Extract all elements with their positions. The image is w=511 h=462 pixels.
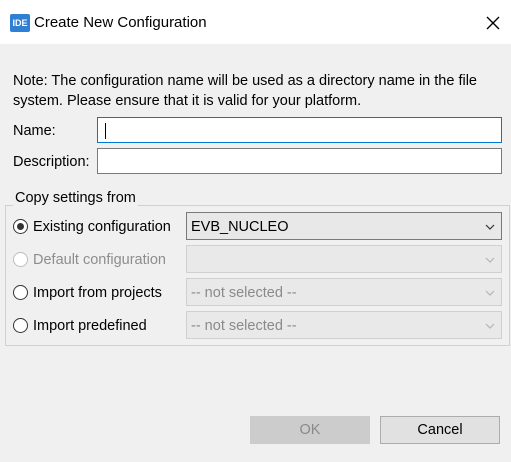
description-label: Description: [13,154,90,170]
existing-configuration-label[interactable]: Existing configuration [33,218,171,236]
name-label: Name: [13,123,56,139]
ide-app-icon: IDE [10,14,30,32]
text-caret [105,123,106,139]
cancel-button[interactable]: Cancel [380,416,500,444]
import-from-projects-radio[interactable] [13,285,28,300]
import-predefined-label[interactable]: Import predefined [33,317,147,335]
import-predefined-radio[interactable] [13,318,28,333]
title-bar: IDE Create New Configuration [0,0,511,44]
existing-configuration-radio[interactable] [13,219,28,234]
default-configuration-label: Default configuration [33,252,166,268]
chevron-down-icon [485,323,495,329]
import-from-projects-value: -- not selected -- [191,285,297,301]
chevron-down-icon [485,290,495,296]
existing-configuration-value: EVB_NUCLEO [191,219,289,235]
existing-configuration-combo[interactable]: EVB_NUCLEO [186,212,502,240]
import-predefined-value: -- not selected -- [191,318,297,334]
import-predefined-combo: -- not selected -- [186,311,502,339]
window-title: Create New Configuration [34,14,207,31]
name-input[interactable] [97,117,502,143]
default-configuration-combo [186,245,502,273]
chevron-down-icon [485,224,495,230]
description-input[interactable] [97,148,502,174]
import-from-projects-combo: -- not selected -- [186,278,502,306]
import-from-projects-label[interactable]: Import from projects [33,284,162,302]
note-text: Note: The configuration name will be use… [13,73,477,109]
close-icon[interactable] [482,12,504,34]
ok-button[interactable]: OK [250,416,370,444]
default-configuration-radio [13,252,28,267]
chevron-down-icon [485,257,495,263]
copy-settings-title: Copy settings from [13,189,138,207]
